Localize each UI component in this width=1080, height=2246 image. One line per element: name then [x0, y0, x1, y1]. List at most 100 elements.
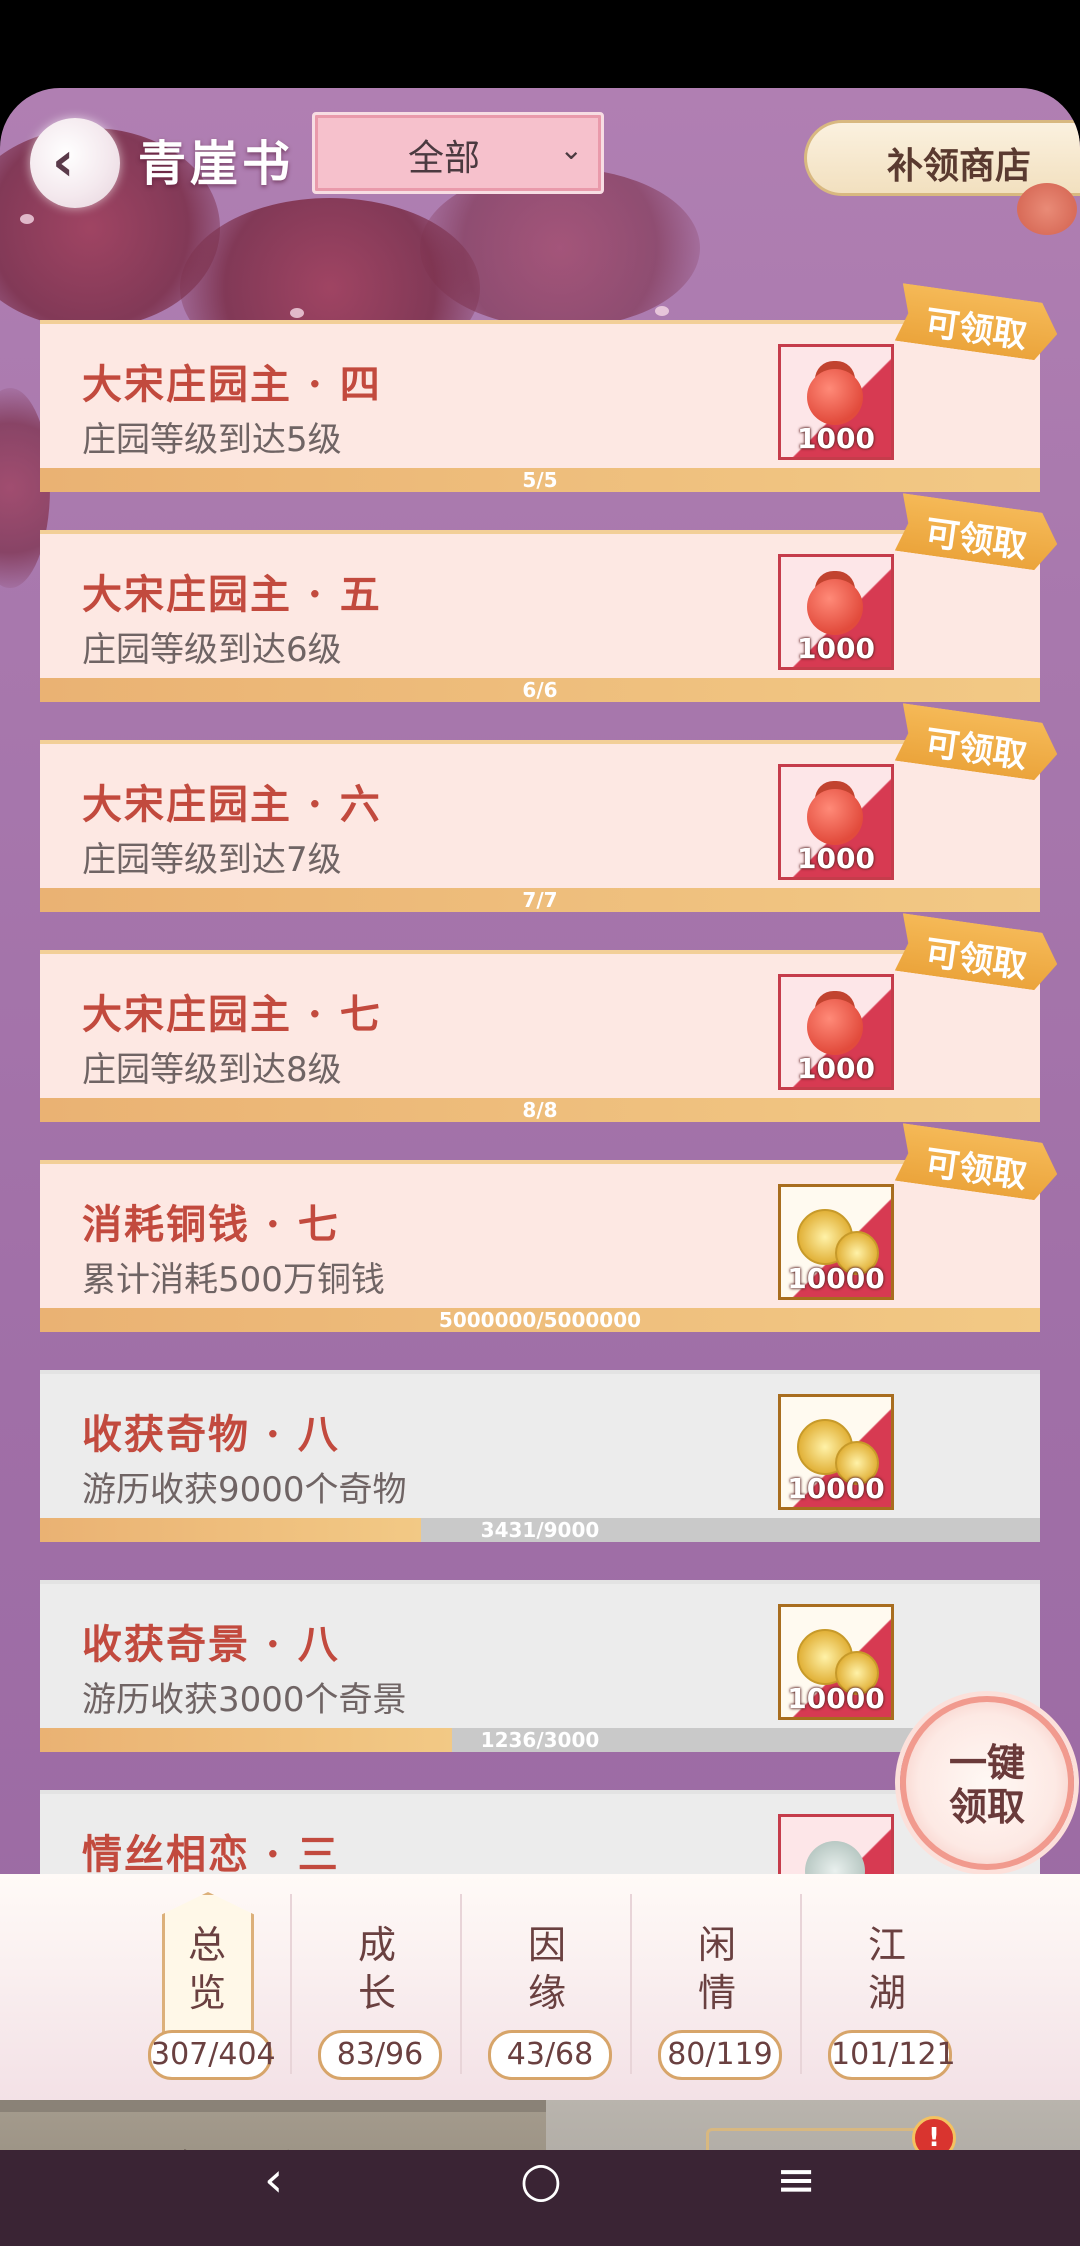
- achievement-desc: 庄园等级到达5级: [82, 420, 342, 460]
- tab-label: 长: [357, 1971, 396, 2015]
- chevron-down-icon: ⌄: [559, 133, 583, 166]
- tab-label: 江: [867, 1923, 906, 1967]
- tab-count: 307/404: [148, 2030, 276, 2080]
- achievement-screen: ‹ 青崖书 全部 ⌄ 补领商店 大宋庄园主 · 四庄园等级到达5级 1000 5/5…: [0, 88, 1080, 2246]
- flower-emblem-icon: [1017, 183, 1077, 235]
- nav-home-icon[interactable]: ○: [520, 2152, 562, 2208]
- tab-label: 成: [357, 1923, 396, 1967]
- card-body: 收获奇景 · 八游历收获3000个奇景 10000: [40, 1580, 1040, 1732]
- reward-item[interactable]: 1000: [778, 344, 894, 460]
- tab-jianghu[interactable]: 江 湖 101/121: [802, 1874, 972, 2100]
- tab-label: 情: [697, 1971, 736, 2015]
- reward-item[interactable]: 10000: [778, 1184, 894, 1300]
- reward-item[interactable]: 1000: [778, 974, 894, 1090]
- page-title: 青崖书: [138, 136, 295, 192]
- reward-amount: 1000: [797, 632, 875, 665]
- tab-leisure[interactable]: 闲 情 80/119: [632, 1874, 802, 2100]
- achievement-card[interactable]: 收获奇景 · 八游历收获3000个奇景 10000 1236/3000: [40, 1580, 1040, 1752]
- achievement-name: 大宋庄园主 · 四: [82, 361, 382, 408]
- reward-amount: 10000: [787, 1472, 885, 1505]
- achievement-desc: 游历收获3000个奇景: [82, 1680, 407, 1720]
- tab-count: 43/68: [488, 2030, 612, 2080]
- tab-label: 闲: [697, 1923, 736, 1967]
- acorn-icon: [807, 369, 863, 425]
- progress-bar: 8/8: [40, 1098, 1040, 1122]
- achievement-name: 大宋庄园主 · 七: [82, 991, 382, 1038]
- card-body: 大宋庄园主 · 五庄园等级到达6级 1000: [40, 530, 1040, 682]
- card-body: 消耗铜钱 · 七累计消耗500万铜钱 10000: [40, 1160, 1040, 1312]
- achievement-card[interactable]: 大宋庄园主 · 六庄园等级到达7级 1000 7/7 可领取: [40, 740, 1040, 912]
- achievement-card[interactable]: 消耗铜钱 · 七累计消耗500万铜钱 10000 5000000/5000000 可领…: [40, 1160, 1040, 1332]
- achievement-card[interactable]: 大宋庄园主 · 五庄园等级到达6级 1000 6/6 可领取: [40, 530, 1040, 702]
- progress-text: 5000000/5000000: [438, 1308, 642, 1332]
- shop-label: 补领商店: [887, 145, 1032, 187]
- reward-item[interactable]: 1000: [778, 554, 894, 670]
- achievement-name: 情丝相恋 · 三: [82, 1831, 340, 1878]
- acorn-icon: [807, 789, 863, 845]
- back-arrow-icon: ‹: [52, 130, 75, 193]
- card-body: 大宋庄园主 · 六庄园等级到达7级 1000: [40, 740, 1040, 892]
- card-body: 大宋庄园主 · 四庄园等级到达5级 1000: [40, 320, 1040, 472]
- achievement-desc: 累计消耗500万铜钱: [82, 1260, 385, 1300]
- tab-label: 因: [527, 1923, 566, 1967]
- category-tabs: 总 览 307/404 成 长 83/96 因 缘 43/68 闲 情 80/1…: [0, 1874, 1080, 2100]
- tab-count: 83/96: [318, 2030, 442, 2080]
- achievement-name: 收获奇物 · 八: [82, 1411, 340, 1458]
- reward-amount: 1000: [797, 1052, 875, 1085]
- tab-label: 湖: [867, 1971, 906, 2015]
- tab-count: 101/121: [828, 2030, 956, 2080]
- makeup-shop-button[interactable]: 补领商店: [804, 120, 1080, 235]
- filter-value: 全部: [407, 138, 480, 179]
- tab-label: 总: [187, 1923, 226, 1967]
- achievement-name: 收获奇景 · 八: [82, 1621, 340, 1668]
- progress-bar: 6/6: [40, 678, 1040, 702]
- reward-amount: 10000: [787, 1682, 885, 1715]
- achievement-name: 大宋庄园主 · 六: [82, 781, 382, 828]
- claim-all-label: 领取: [948, 1784, 1025, 1829]
- reward-item[interactable]: 10000: [778, 1604, 894, 1720]
- achievement-card[interactable]: 大宋庄园主 · 四庄园等级到达5级 1000 5/5 可领取: [40, 320, 1040, 492]
- progress-bar: 1236/3000: [40, 1728, 1040, 1752]
- reward-amount: 1000: [797, 422, 875, 455]
- progress-bar: 5/5: [40, 468, 1040, 492]
- progress-bar: 5000000/5000000: [40, 1308, 1040, 1332]
- tab-growth[interactable]: 成 长 83/96: [292, 1874, 462, 2100]
- progress-text: 3431/9000: [480, 1518, 600, 1542]
- acorn-icon: [807, 999, 863, 1055]
- progress-bar: 7/7: [40, 888, 1040, 912]
- petal-decoration: [20, 214, 34, 224]
- acorn-icon: [807, 579, 863, 635]
- tab-overview[interactable]: 总 览 307/404: [122, 1874, 292, 2100]
- tab-count: 80/119: [658, 2030, 782, 2080]
- progress-text: 5/5: [522, 468, 558, 492]
- claim-all-button[interactable]: 一键 领取: [900, 1696, 1074, 1870]
- card-body: 大宋庄园主 · 七庄园等级到达8级 1000: [40, 950, 1040, 1102]
- reward-item[interactable]: 10000: [778, 1394, 894, 1510]
- achievement-name: 大宋庄园主 · 五: [82, 571, 382, 618]
- nav-recents-icon[interactable]: ≡: [776, 2152, 816, 2208]
- progress-text: 8/8: [522, 1098, 558, 1122]
- back-button[interactable]: ‹: [30, 118, 120, 208]
- progress-text: 1236/3000: [480, 1728, 600, 1752]
- achievement-desc: 庄园等级到达8级: [82, 1050, 342, 1090]
- achievement-card[interactable]: 大宋庄园主 · 七庄园等级到达8级 1000 8/8 可领取: [40, 950, 1040, 1122]
- category-filter-dropdown[interactable]: 全部 ⌄: [312, 112, 604, 194]
- petal-decoration: [655, 306, 669, 316]
- progress-text: 7/7: [522, 888, 558, 912]
- achievement-desc: 游历收获9000个奇物: [82, 1470, 407, 1510]
- nav-back-icon[interactable]: ‹: [264, 2152, 283, 2208]
- tab-label: 缘: [527, 1971, 566, 2015]
- reward-amount: 1000: [797, 842, 875, 875]
- petal-decoration: [290, 308, 304, 318]
- reward-item[interactable]: 1000: [778, 764, 894, 880]
- achievement-card[interactable]: 收获奇物 · 八游历收获9000个奇物 10000 3431/9000: [40, 1370, 1040, 1542]
- progress-bar: 3431/9000: [40, 1518, 1040, 1542]
- tab-label: 览: [187, 1971, 226, 2015]
- achievement-desc: 庄园等级到达7级: [82, 840, 342, 880]
- card-body: 收获奇物 · 八游历收获9000个奇物 10000: [40, 1370, 1040, 1522]
- progress-text: 6/6: [522, 678, 558, 702]
- tab-fate[interactable]: 因 缘 43/68: [462, 1874, 632, 2100]
- achievement-name: 消耗铜钱 · 七: [82, 1201, 340, 1248]
- reward-amount: 10000: [787, 1262, 885, 1295]
- achievement-desc: 庄园等级到达6级: [82, 630, 342, 670]
